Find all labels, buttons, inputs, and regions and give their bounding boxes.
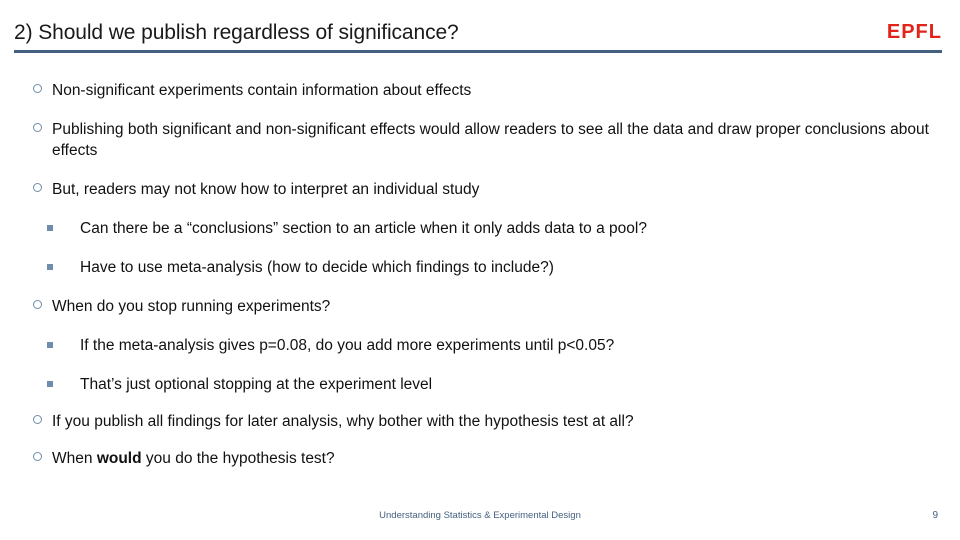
footer-caption: Understanding Statistics & Experimental … <box>379 510 581 521</box>
bullet-list: Non-significant experiments contain info… <box>0 80 960 487</box>
list-item-label: But, readers may not know how to interpr… <box>52 181 480 198</box>
list-item-label: Publishing both significant and non-sign… <box>52 121 929 159</box>
list-item-label: When do you stop running experiments? <box>52 298 331 315</box>
ring-bullet-icon <box>33 123 42 132</box>
title-divider <box>14 50 942 53</box>
list-item: When would you do the hypothesis test? <box>0 448 960 469</box>
list-item: Publishing both significant and non-sign… <box>0 119 960 161</box>
sub-list-item: Can there be a “conclusions” section to … <box>0 218 960 239</box>
page-title: 2) Should we publish regardless of signi… <box>14 21 459 44</box>
sub-list-item-label: Have to use meta-analysis (how to decide… <box>80 259 554 276</box>
list-item-label-part: When <box>52 450 97 467</box>
list-item: When do you stop running experiments? <box>0 296 960 317</box>
square-bullet-icon <box>47 264 53 270</box>
list-item-label-part: you do the hypothesis test? <box>141 450 335 467</box>
sub-list-item: That’s just optional stopping at the exp… <box>0 374 960 395</box>
sub-list-item: If the meta-analysis gives p=0.08, do yo… <box>0 335 960 356</box>
epfl-logo: EPFL <box>886 21 942 43</box>
sub-list-item-label: If the meta-analysis gives p=0.08, do yo… <box>80 337 615 354</box>
list-item: Non-significant experiments contain info… <box>0 80 960 101</box>
sub-list-item-label: Can there be a “conclusions” section to … <box>80 220 647 237</box>
square-bullet-icon <box>47 225 53 231</box>
footer-page-number: 9 <box>932 510 938 521</box>
list-item-label: If you publish all findings for later an… <box>52 413 634 430</box>
ring-bullet-icon <box>33 183 42 192</box>
sub-list-item: Have to use meta-analysis (how to decide… <box>0 257 960 278</box>
ring-bullet-icon <box>33 452 42 461</box>
ring-bullet-icon <box>33 300 42 309</box>
list-item-label: Non-significant experiments contain info… <box>52 82 472 99</box>
sub-list-item-label: That’s just optional stopping at the exp… <box>80 376 433 393</box>
slide: 2) Should we publish regardless of signi… <box>0 0 960 540</box>
square-bullet-icon <box>47 342 53 348</box>
ring-bullet-icon <box>33 84 42 93</box>
list-item: If you publish all findings for later an… <box>0 411 960 432</box>
list-item-emphasis: would <box>96 450 142 467</box>
square-bullet-icon <box>47 381 53 387</box>
list-item: But, readers may not know how to interpr… <box>0 179 960 200</box>
ring-bullet-icon <box>33 415 42 424</box>
